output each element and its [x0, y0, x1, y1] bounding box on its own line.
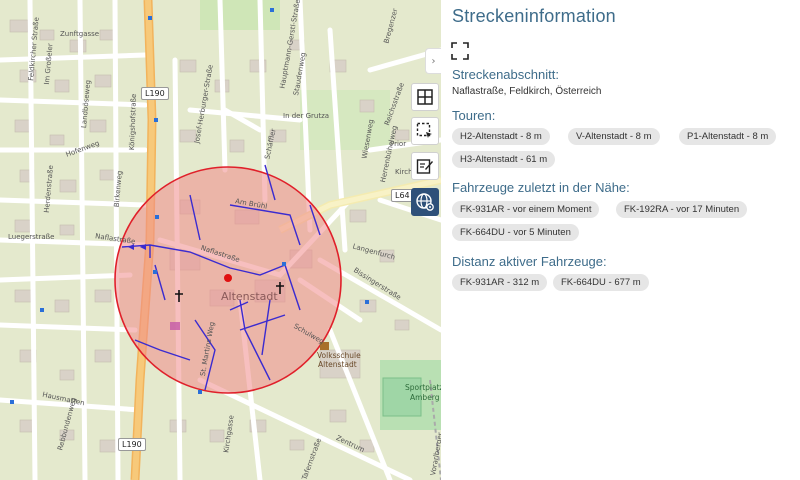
distance-chip[interactable]: FK-931AR - 312 m: [452, 274, 548, 291]
collapse-panel-button[interactable]: ›: [425, 48, 441, 74]
poi-label-sportplatz: Sportplatz: [405, 383, 441, 392]
tours-label: Touren:: [452, 108, 496, 123]
poi-label-volksschule: Volksschule: [317, 351, 361, 360]
poi-label-volksschule-sub: Altenstadt: [318, 360, 357, 369]
vehicle-chip[interactable]: FK-664DU - vor 5 Minuten: [452, 224, 579, 241]
place-label-altenstadt: Altenstadt: [221, 290, 278, 303]
edit-icon: [416, 159, 433, 174]
tour-chip[interactable]: P1-Altenstadt - 8 m: [679, 128, 777, 145]
street-label: In der Grutza: [283, 112, 330, 120]
tour-chip[interactable]: V-Altenstadt - 8 m: [568, 128, 660, 145]
street-label: Luegerstraße: [8, 233, 55, 241]
grid-icon: [417, 89, 433, 105]
chevron-right-icon: ›: [431, 55, 436, 67]
globe-settings-icon: [416, 193, 434, 211]
grid-view-button[interactable]: [411, 83, 439, 111]
select-area-button[interactable]: [411, 117, 439, 145]
fullscreen-icon[interactable]: [451, 42, 469, 60]
globe-settings-button[interactable]: [411, 188, 439, 216]
distance-chip[interactable]: FK-664DU - 677 m: [553, 274, 649, 291]
tour-chip[interactable]: H2-Altenstadt - 8 m: [452, 128, 550, 145]
vehicle-chip[interactable]: FK-192RA - vor 17 Minuten: [616, 201, 748, 218]
tour-chip[interactable]: H3-Altenstadt - 61 m: [452, 151, 556, 168]
distance-label: Distanz aktiver Fahrzeuge:: [452, 254, 607, 269]
vehicles-label: Fahrzeuge zuletzt in der Nähe:: [452, 180, 630, 195]
street-label: Zunftgasse: [60, 30, 100, 38]
select-area-icon: [416, 122, 432, 138]
poi-label-sportplatz-sub: Amberg: [410, 393, 440, 402]
map-view[interactable]: L190 L190 L64 Altenstadt Königshofstraße…: [0, 0, 441, 480]
street-label: Prior: [390, 140, 407, 148]
section-value: Naflastraße, Feldkirch, Österreich: [452, 86, 602, 97]
edit-button[interactable]: [411, 152, 439, 180]
road-shield-l190-top: L190: [141, 87, 169, 100]
section-label: Streckenabschnitt:: [452, 67, 559, 82]
road-shield-l190-bottom: L190: [118, 438, 146, 451]
vehicle-chip[interactable]: FK-931AR - vor einem Moment: [452, 201, 600, 218]
panel-title: Streckeninformation: [452, 6, 616, 26]
